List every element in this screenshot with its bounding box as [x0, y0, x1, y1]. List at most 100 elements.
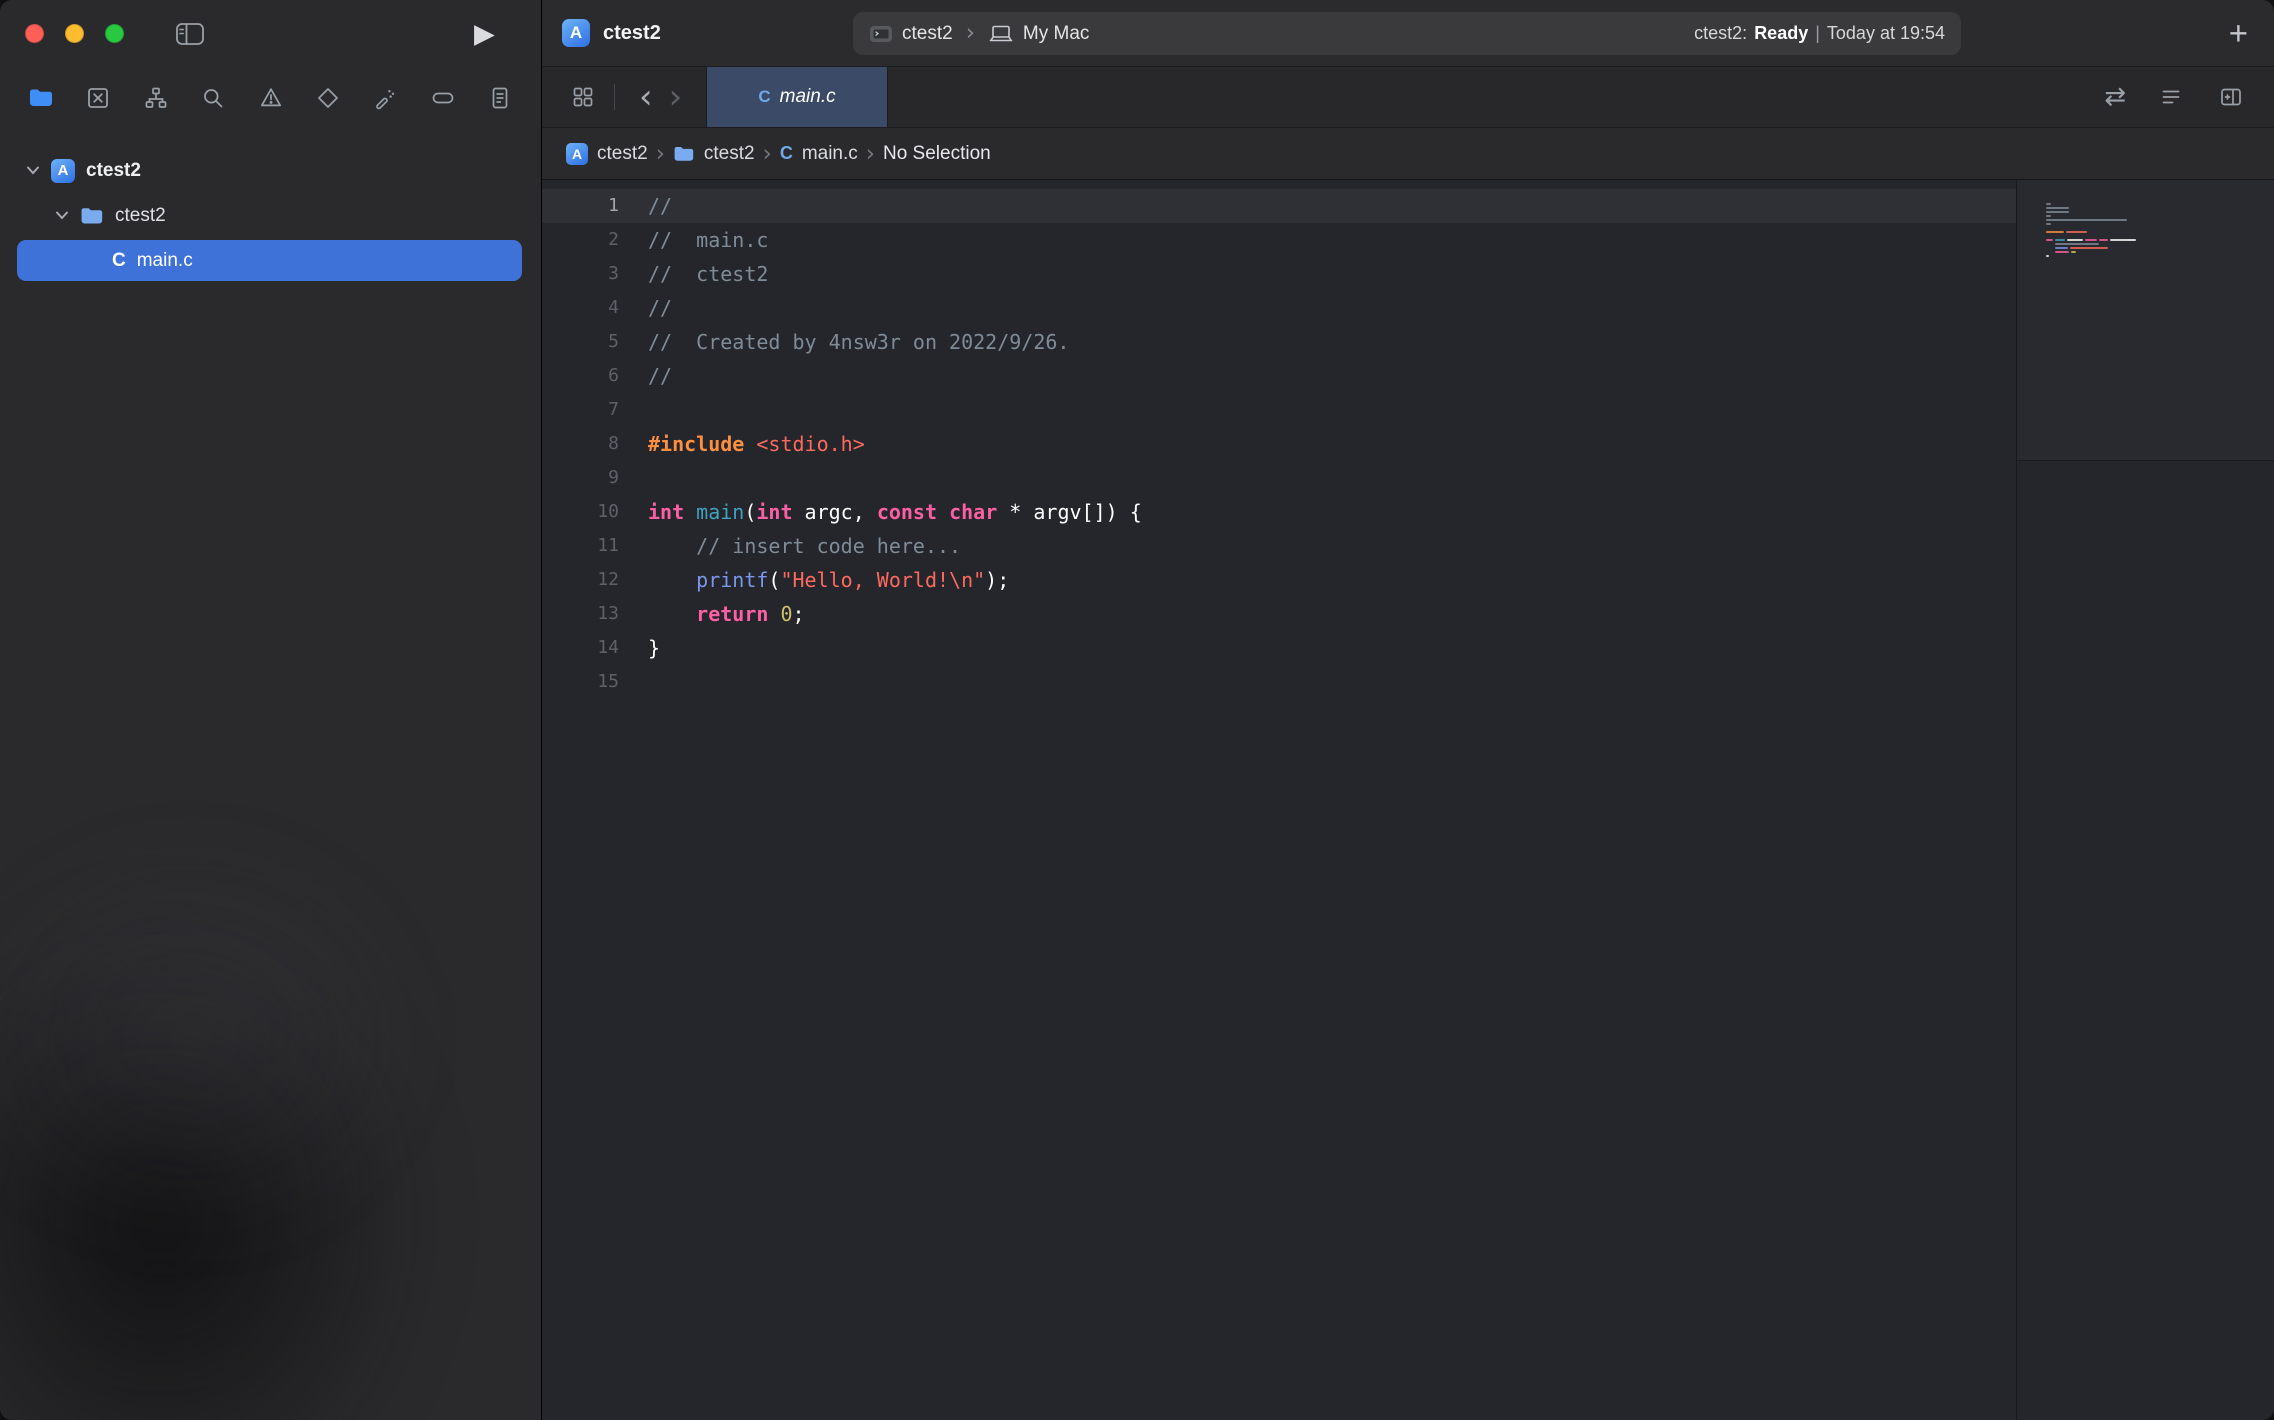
code-token: // [648, 364, 672, 388]
line-number[interactable]: 4 [542, 291, 619, 325]
code-token: // main.c [648, 228, 768, 252]
line-number[interactable]: 8 [542, 427, 619, 461]
code-line[interactable]: 12 printf("Hello, World!\n"); [542, 563, 2016, 597]
line-number[interactable]: 6 [542, 359, 619, 393]
outline-row-main-c[interactable]: C main.c [0, 238, 541, 283]
code-line[interactable]: 3// ctest2 [542, 257, 2016, 291]
code-line[interactable]: 11 // insert code here... [542, 529, 2016, 563]
code-text[interactable] [619, 393, 648, 427]
code-line[interactable]: 14} [542, 631, 2016, 665]
xcode-window: ▶ [0, 0, 2274, 1420]
minimap-row [2046, 243, 2136, 245]
xcode-project-icon: A [51, 159, 75, 183]
folder-icon [80, 206, 104, 226]
jumpbar-item-selection[interactable]: No Selection [883, 143, 991, 165]
close-button[interactable] [25, 24, 44, 43]
jumpbar-item-group[interactable]: ctest2 [673, 143, 755, 165]
code-text[interactable]: return 0; [619, 597, 805, 631]
code-line[interactable]: 7 [542, 393, 2016, 427]
code-text[interactable]: // [619, 189, 672, 223]
outline-row-project[interactable]: A ctest2 [0, 148, 541, 193]
code-line[interactable]: 4// [542, 291, 2016, 325]
outline-row-group[interactable]: ctest2 [0, 193, 541, 238]
line-number[interactable]: 2 [542, 223, 619, 257]
code-text[interactable]: // insert code here... [619, 529, 961, 563]
tab-overview-button[interactable] [568, 82, 598, 112]
line-number[interactable]: 9 [542, 461, 619, 495]
editor-options-button[interactable] [2156, 82, 2186, 112]
file-label: main.c [137, 250, 193, 272]
jumpbar-selection-label: No Selection [883, 143, 991, 165]
code-line[interactable]: 8#include <stdio.h> [542, 427, 2016, 461]
zoom-button[interactable] [105, 24, 124, 43]
scheme-selector[interactable]: ctest2 [869, 23, 953, 45]
breakpoint-navigator-button[interactable] [428, 83, 458, 113]
line-number[interactable]: 13 [542, 597, 619, 631]
toolbar-project: A ctest2 [542, 19, 661, 47]
destination-selector[interactable]: My Mac [988, 23, 1090, 45]
code-text[interactable]: // [619, 291, 672, 325]
debug-navigator-button[interactable] [370, 83, 400, 113]
line-number[interactable]: 14 [542, 631, 619, 665]
minimap-segment [2067, 239, 2083, 241]
code-text[interactable]: } [619, 631, 660, 665]
library-button[interactable]: + [2229, 17, 2248, 50]
line-number[interactable]: 12 [542, 563, 619, 597]
code-text[interactable]: // Created by 4nsw3r on 2022/9/26. [619, 325, 1069, 359]
find-navigator-button[interactable] [198, 83, 228, 113]
forward-button[interactable]: › [661, 80, 691, 114]
c-file-icon: C [758, 87, 770, 107]
line-number[interactable]: 15 [542, 665, 619, 699]
code-line[interactable]: 5 // Created by 4nsw3r on 2022/9/26. [542, 325, 2016, 359]
build-status[interactable]: ctest2: Ready | Today at 19:54 [1694, 23, 1945, 44]
minimap-row [2046, 239, 2136, 241]
code-line[interactable]: 10int main(int argc, const char * argv[]… [542, 495, 2016, 529]
code-line[interactable]: 13 return 0; [542, 597, 2016, 631]
minimap-segment [2085, 239, 2097, 241]
code-text[interactable]: // ctest2 [619, 257, 768, 291]
wallpaper-blur-light [0, 840, 420, 1240]
source-control-navigator-button[interactable] [83, 83, 113, 113]
run-button[interactable]: ▶ [474, 20, 495, 47]
code-line[interactable]: 9 [542, 461, 2016, 495]
line-number[interactable]: 7 [542, 393, 619, 427]
code-text[interactable]: #include <stdio.h> [619, 427, 865, 461]
disclosure-chevron-icon[interactable] [55, 211, 69, 220]
code-text[interactable]: // main.c [619, 223, 768, 257]
tab-main-c[interactable]: C main.c [706, 67, 888, 127]
code-line[interactable]: 6 // [542, 359, 2016, 393]
symbol-navigator-button[interactable] [141, 83, 171, 113]
back-button[interactable]: ‹ [631, 80, 661, 114]
disclosure-chevron-icon[interactable] [26, 166, 40, 175]
line-number[interactable]: 10 [542, 495, 619, 529]
code-text[interactable] [619, 665, 648, 699]
minimap-segment [2099, 239, 2108, 241]
sidebar-toggle-button[interactable] [176, 23, 204, 45]
code-lines[interactable]: 1//2// main.c3// ctest24//5// Created by… [542, 180, 2016, 1420]
code-text[interactable]: // [619, 359, 672, 393]
line-number[interactable]: 1 [542, 189, 619, 223]
line-number[interactable]: 3 [542, 257, 619, 291]
minimap[interactable] [2016, 180, 2274, 1420]
code-token: // Created by 4nsw3r on 2022/9/26. [648, 330, 1069, 354]
code-text[interactable]: printf("Hello, World!\n"); [619, 563, 1009, 597]
status-state: Ready [1754, 23, 1808, 44]
jumpbar-item-project[interactable]: A ctest2 [566, 143, 648, 165]
code-token: int [756, 500, 792, 524]
code-line[interactable]: 15 [542, 665, 2016, 699]
test-navigator-button[interactable] [313, 83, 343, 113]
issue-navigator-button[interactable] [256, 83, 286, 113]
report-navigator-button[interactable] [485, 83, 515, 113]
minimize-button[interactable] [65, 24, 84, 43]
code-line[interactable]: 2 // main.c [542, 223, 2016, 257]
jumpbar-project-label: ctest2 [597, 143, 648, 165]
swap-editors-button[interactable]: ⇄ [2104, 84, 2126, 110]
add-editor-button[interactable] [2216, 82, 2246, 112]
code-text[interactable] [619, 461, 648, 495]
jumpbar-item-file[interactable]: C main.c [780, 143, 858, 165]
code-line[interactable]: 1// [542, 189, 2016, 223]
project-navigator-button[interactable] [26, 83, 56, 113]
line-number[interactable]: 11 [542, 529, 619, 563]
line-number[interactable]: 5 [542, 325, 619, 359]
code-text[interactable]: int main(int argc, const char * argv[]) … [619, 495, 1142, 529]
